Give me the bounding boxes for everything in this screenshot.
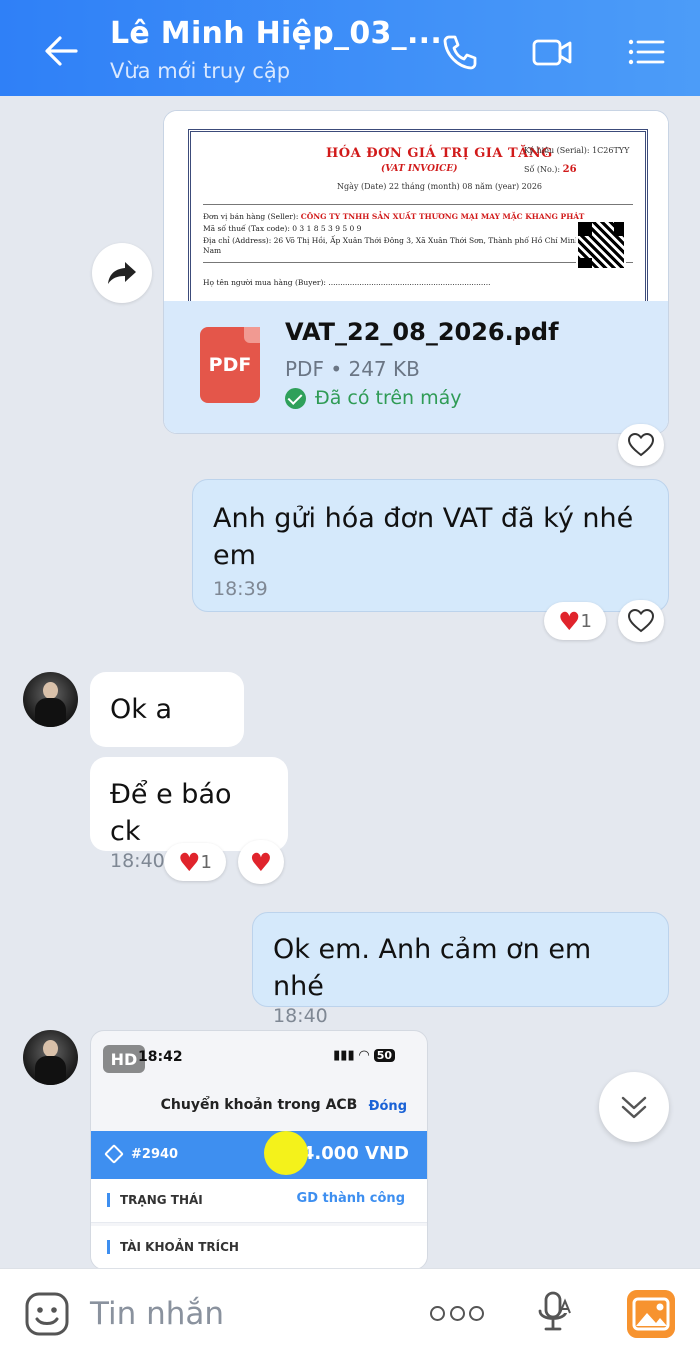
message-input[interactable]: Tin nhắn bbox=[90, 1296, 224, 1332]
react-button[interactable] bbox=[618, 424, 664, 466]
reaction-summary[interactable]: ♥ 1 bbox=[544, 602, 606, 640]
signal-icon: ▮▮▮ bbox=[333, 1048, 355, 1063]
avatar[interactable] bbox=[23, 672, 78, 727]
transfer-bar: #2940 84.000 VND bbox=[91, 1131, 427, 1179]
share-arrow-icon bbox=[108, 262, 136, 284]
invoice-date: Ngày (Date) 22 tháng (month) 08 năm (yea… bbox=[337, 182, 543, 191]
invoice-seller: Đơn vị bán hàng (Seller): CÔNG TY TNHH S… bbox=[203, 212, 585, 221]
image-message[interactable]: HD 18:42 ▮▮▮ ◠ 50 Chuyển khoản trong ACB… bbox=[90, 1030, 428, 1270]
emoji-sticker-icon[interactable] bbox=[24, 1291, 70, 1337]
invoice-address-cont: Nam bbox=[203, 246, 222, 255]
invoice-subtitle: (VAT INVOICE) bbox=[381, 164, 458, 174]
invoice-serial: Ký hiệu (Serial): 1C26TYY bbox=[524, 146, 630, 155]
battery-icon: 50 bbox=[373, 1049, 395, 1062]
invoice-address: Địa chỉ (Address): 26 Võ Thị Hồi, Ấp Xuâ… bbox=[203, 236, 600, 245]
qr-code bbox=[576, 220, 626, 270]
reaction-count: 1 bbox=[200, 851, 212, 873]
contact-name[interactable]: Lê Minh Hiệp_03_... bbox=[110, 16, 442, 51]
message-time: 18:39 bbox=[213, 578, 268, 600]
account-label: TÀI KHOẢN TRÍCH bbox=[107, 1240, 239, 1254]
status-row: TRẠNG THÁI GD thành công bbox=[91, 1179, 427, 1223]
message-text: Ok a bbox=[110, 694, 173, 725]
yellow-highlight-dot bbox=[264, 1131, 308, 1175]
contact-status: Vừa mới truy cập bbox=[110, 59, 291, 83]
message-text: Để e báo ck bbox=[110, 779, 232, 847]
message-input-bar: Tin nhắn bbox=[0, 1268, 700, 1353]
file-info[interactable]: PDF VAT_22_08_2026.pdf PDF • 247 KB Đã c… bbox=[164, 301, 668, 433]
invoice-number: Số (No.): 26 bbox=[524, 164, 577, 175]
phone-call-icon[interactable] bbox=[438, 30, 482, 74]
message-text: Anh gửi hóa đơn VAT đã ký nhé em bbox=[213, 503, 634, 571]
react-button[interactable]: ♥ bbox=[238, 840, 284, 884]
invoice-title: HÓA ĐƠN GIÁ TRỊ GIA TĂNG bbox=[326, 146, 553, 161]
file-message[interactable]: HÓA ĐƠN GIÁ TRỊ GIA TĂNG (VAT INVOICE) N… bbox=[163, 110, 669, 434]
more-options-icon[interactable] bbox=[430, 1301, 484, 1325]
heart-red-icon: ♥ bbox=[249, 847, 273, 877]
file-status-text: Đã có trên máy bbox=[315, 387, 462, 409]
scroll-to-bottom-button[interactable] bbox=[599, 1072, 669, 1142]
voice-text-mic-icon[interactable] bbox=[534, 1289, 574, 1339]
menu-list-icon[interactable] bbox=[624, 30, 668, 74]
transfer-ref: #2940 bbox=[131, 1147, 179, 1162]
file-meta: PDF • 247 KB bbox=[285, 357, 420, 381]
file-status: Đã có trên máy bbox=[285, 387, 462, 409]
file-name: VAT_22_08_2026.pdf bbox=[285, 318, 559, 346]
chat-header: Lê Minh Hiệp_03_... Vừa mới truy cập bbox=[0, 0, 700, 96]
account-row: TÀI KHOẢN TRÍCH bbox=[91, 1226, 427, 1269]
message-bubble-sent[interactable]: Anh gửi hóa đơn VAT đã ký nhé em 18:39 bbox=[192, 479, 669, 612]
avatar[interactable] bbox=[23, 1030, 78, 1085]
phone-time: 18:42 bbox=[138, 1049, 183, 1065]
heart-red-icon: ♥ bbox=[178, 847, 201, 877]
reaction-count: 1 bbox=[580, 610, 592, 632]
forward-button[interactable] bbox=[92, 243, 152, 303]
message-text: Ok em. Anh cảm ơn em nhé bbox=[273, 934, 592, 1002]
close-label: Đóng bbox=[368, 1099, 407, 1114]
send-plane-icon bbox=[104, 1144, 124, 1164]
video-call-icon[interactable] bbox=[530, 30, 574, 74]
react-button[interactable] bbox=[618, 600, 664, 642]
status-label: TRẠNG THÁI bbox=[107, 1193, 203, 1207]
heart-red-icon: ♥ bbox=[558, 606, 581, 636]
heart-outline-icon bbox=[628, 609, 654, 633]
double-chevron-down-icon bbox=[621, 1096, 647, 1119]
check-circle-icon bbox=[285, 387, 306, 409]
back-arrow-icon[interactable] bbox=[38, 28, 84, 74]
invoice-buyer: Họ tên người mua hàng (Buyer): .........… bbox=[203, 278, 491, 287]
invoice-preview: HÓA ĐƠN GIÁ TRỊ GIA TĂNG (VAT INVOICE) N… bbox=[164, 111, 668, 301]
status-value: GD thành công bbox=[296, 1191, 405, 1206]
reaction-summary[interactable]: ♥ 1 bbox=[164, 843, 226, 881]
message-bubble-received[interactable]: Ok a bbox=[90, 672, 244, 747]
heart-outline-icon bbox=[628, 433, 654, 457]
message-time: 18:40 bbox=[273, 1005, 328, 1027]
message-bubble-received[interactable]: Để e báo ck 18:40 bbox=[90, 757, 288, 872]
phone-status-bar: ▮▮▮ ◠ 50 bbox=[333, 1048, 395, 1063]
wifi-icon: ◠ bbox=[359, 1048, 370, 1063]
message-bubble-sent[interactable]: Ok em. Anh cảm ơn em nhé 18:40 bbox=[252, 912, 669, 1027]
gallery-image-icon[interactable] bbox=[627, 1290, 675, 1338]
invoice-tax-code: Mã số thuế (Tax code): 0 3 1 8 5 3 9 5 0… bbox=[203, 224, 362, 233]
pdf-file-icon: PDF bbox=[200, 327, 260, 403]
